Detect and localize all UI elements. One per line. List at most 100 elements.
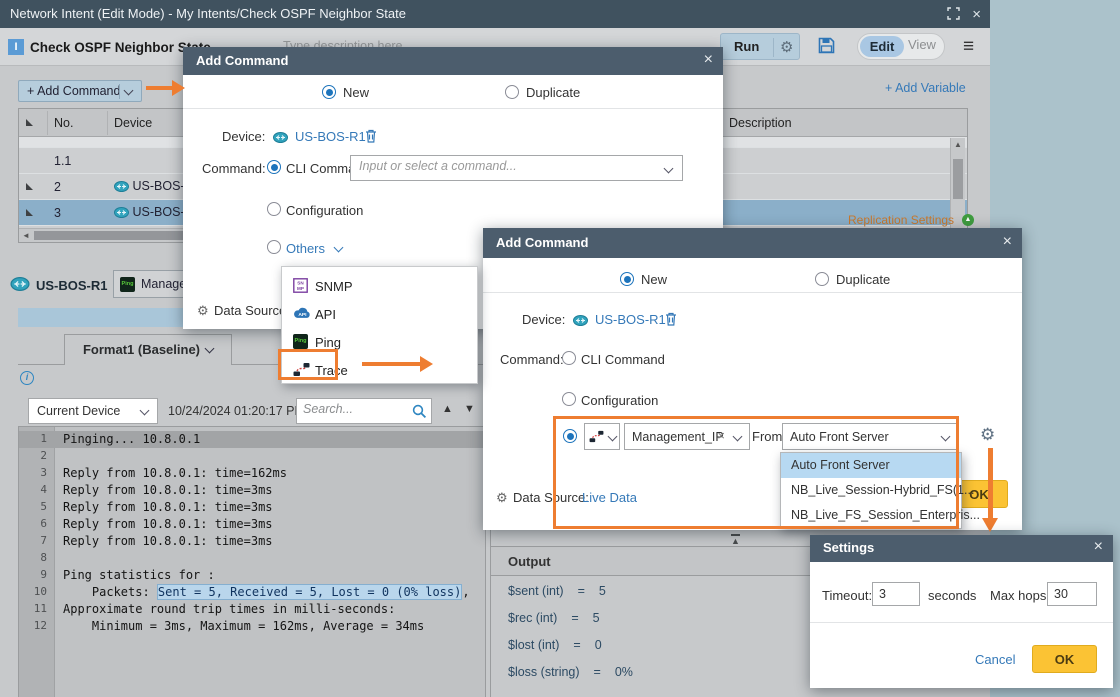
radio-configuration-label[interactable]: Configuration [286,203,363,218]
radio-duplicate[interactable] [815,272,829,286]
chevron-down-icon[interactable] [663,163,674,174]
code-line[interactable]: 11 Approximate round trip times in milli… [19,601,485,618]
cli-command-input[interactable] [359,159,641,173]
menu-item-ping[interactable]: Ping Ping [282,328,477,356]
radio-cli-command[interactable] [562,351,576,365]
collapse-panel-icon[interactable]: ▲ [731,534,740,546]
menu-item-api[interactable]: API API [282,300,477,328]
add-command-dropdown-chevron-icon[interactable] [123,85,134,96]
gear-icon[interactable]: ⚙ [197,303,209,319]
close-icon[interactable]: × [972,6,981,23]
search-box[interactable] [296,398,432,424]
expander-icon[interactable] [26,209,33,216]
trace-type-select[interactable] [584,423,620,450]
close-icon[interactable]: × [1003,233,1012,251]
radio-configuration[interactable] [267,202,281,216]
dialog-header[interactable]: Add Command × [483,228,1022,258]
chevron-down-icon[interactable] [607,431,618,442]
search-input[interactable] [303,402,403,416]
find-previous-icon[interactable]: ▲ [442,403,453,415]
chevron-down-icon[interactable] [204,343,215,354]
cancel-button[interactable]: Cancel [975,652,1015,667]
code-line[interactable]: 3 Reply from 10.8.0.1: time=162ms [19,465,485,482]
trace-settings-gear-icon[interactable]: ⚙ [980,426,995,443]
scrollbar-thumb[interactable] [953,159,963,199]
code-line[interactable]: 8 [19,550,485,567]
clear-icon[interactable]: × [717,428,725,443]
radio-configuration-label[interactable]: Configuration [581,393,658,408]
code-line[interactable]: 4 Reply from 10.8.0.1: time=3ms [19,482,485,499]
front-server-select[interactable]: Auto Front Server [782,423,958,450]
highlighted-variable-text[interactable]: Sent = 5, Received = 5, Lost = 0 (0% los… [156,584,463,600]
dialog-device-name[interactable]: US-BOS-R1 [595,312,666,327]
code-line[interactable]: 12 Minimum = 3ms, Maximum = 162ms, Avera… [19,618,485,635]
cli-command-combo[interactable] [350,155,683,181]
radio-duplicate-label[interactable]: Duplicate [836,272,890,287]
menu-item-trace[interactable]: Trace [282,356,477,384]
code-line[interactable]: 9 Ping statistics for : [19,567,485,584]
format-tab[interactable]: Format1 (Baseline) [64,334,232,365]
ok-button[interactable]: OK [1032,645,1097,673]
chevron-down-icon[interactable] [732,431,743,442]
device-source-select[interactable]: Current Device [28,398,158,424]
max-hops-input[interactable] [1047,582,1097,606]
edit-tab[interactable]: Edit [860,36,904,57]
run-button[interactable]: Run [734,39,759,54]
save-icon[interactable] [818,37,835,59]
chevron-down-icon[interactable] [333,242,344,253]
dialog-header[interactable]: Add Command × [183,47,723,75]
close-icon[interactable]: × [1094,538,1103,556]
command-output-editor[interactable]: 1 Pinging... 10.8.0.1 2 3 Reply from 10.… [18,426,486,697]
maximize-icon[interactable] [947,7,960,25]
data-source-value[interactable]: Live Data [582,490,637,505]
add-command-button[interactable]: + Add Command [18,80,142,102]
trash-icon[interactable] [365,129,377,148]
dropdown-option[interactable]: NB_Live_FS_Session_Enterpris... [781,503,980,528]
radio-trace-command[interactable] [563,429,577,443]
code-line[interactable]: 10 Packets: Sent = 5, Received = 5, Lost… [19,584,485,601]
code-line[interactable]: 6 Reply from 10.8.0.1: time=3ms [19,516,485,533]
menu-icon[interactable]: ≡ [963,36,974,58]
radio-new[interactable] [322,85,336,99]
radio-new-label[interactable]: New [343,85,369,100]
radio-new[interactable] [620,272,634,286]
radio-others-label[interactable]: Others [286,241,325,256]
code-line[interactable]: 2 [19,448,485,465]
timeout-input[interactable] [872,582,920,606]
radio-others[interactable] [267,240,281,254]
radio-cli-command[interactable] [267,160,281,174]
variable-combo[interactable]: Management_IP × [624,423,750,450]
scroll-left-icon[interactable]: ◄ [22,231,30,240]
device-name: US-BOS-R1 [36,278,108,293]
dialog-device-name[interactable]: US-BOS-R1 [295,129,366,144]
view-tab[interactable]: View [908,37,936,52]
gear-icon[interactable]: ⚙ [496,490,508,506]
dialog-header[interactable]: Settings × [810,535,1113,562]
replication-settings-link[interactable]: Replication Settings [848,213,954,227]
info-icon[interactable]: i [20,371,34,385]
radio-configuration[interactable] [562,392,576,406]
device-row: US-BOS-R1 [10,276,108,296]
expander-icon[interactable] [26,183,33,190]
scroll-up-icon[interactable]: ▲ [954,140,962,149]
expander-icon[interactable] [26,119,33,126]
dropdown-option[interactable]: NB_Live_Session-Hybrid_FS(1... [781,478,974,503]
find-next-icon[interactable]: ▼ [464,403,475,415]
radio-new-label[interactable]: New [641,272,667,287]
search-icon[interactable] [412,404,427,419]
add-variable-link[interactable]: + Add Variable [885,81,966,95]
chevron-down-icon[interactable] [940,431,951,442]
dropdown-option[interactable]: Auto Front Server [781,453,961,478]
code-line[interactable]: 7 Reply from 10.8.0.1: time=3ms [19,533,485,550]
code-line[interactable]: 1 Pinging... 10.8.0.1 [19,431,485,448]
code-line[interactable]: 5 Reply from 10.8.0.1: time=3ms [19,499,485,516]
radio-duplicate[interactable] [505,85,519,99]
close-icon[interactable]: × [704,51,713,69]
scrollbar-thumb[interactable] [34,231,184,240]
timeout-label: Timeout: [822,588,873,603]
radio-cli-label[interactable]: CLI Command [581,352,665,367]
trash-icon[interactable] [665,312,677,331]
radio-duplicate-label[interactable]: Duplicate [526,85,580,100]
menu-item-snmp[interactable]: SN MP SNMP [282,272,477,300]
run-settings-gear-icon[interactable]: ⚙ [780,40,793,55]
